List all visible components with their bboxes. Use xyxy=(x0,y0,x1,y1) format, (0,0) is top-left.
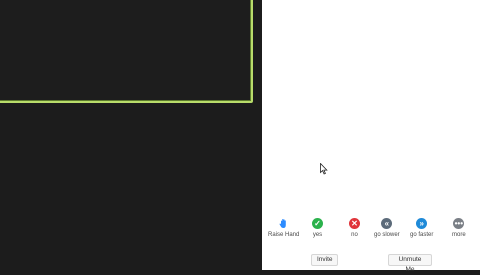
more-dots-icon: ••• xyxy=(453,218,465,229)
x-icon: ✕ xyxy=(349,218,360,229)
more-label: more xyxy=(452,232,466,238)
rewind-icon: « xyxy=(381,218,393,229)
more-button[interactable]: ••• more xyxy=(452,218,466,238)
nonverbal-feedback-bar: Raise Hand ✓ yes ✕ no « go slower » go f… xyxy=(262,218,480,244)
raise-hand-label: Raise Hand xyxy=(268,232,300,238)
fast-forward-icon: » xyxy=(416,218,428,229)
participants-footer: Invite Unmute Me xyxy=(262,254,480,273)
go-slower-label: go slower xyxy=(374,232,400,238)
go-faster-label: go faster xyxy=(410,232,434,238)
checkmark-icon: ✓ xyxy=(312,218,323,229)
participants-panel: Raise Hand ✓ yes ✕ no « go slower » go f… xyxy=(262,0,480,273)
invite-button[interactable]: Invite xyxy=(311,254,338,266)
mouse-cursor-icon xyxy=(320,163,328,175)
no-label: no xyxy=(351,232,358,238)
raise-hand-button[interactable]: Raise Hand xyxy=(268,218,299,238)
go-faster-button[interactable]: » go faster xyxy=(410,218,433,238)
unmute-me-button[interactable]: Unmute Me xyxy=(388,254,432,273)
no-button[interactable]: ✕ no xyxy=(349,218,360,238)
active-speaker-tile[interactable] xyxy=(0,0,253,103)
raise-hand-icon xyxy=(279,219,286,228)
go-slower-button[interactable]: « go slower xyxy=(374,218,400,238)
yes-button[interactable]: ✓ yes xyxy=(312,218,323,238)
video-area xyxy=(0,0,262,270)
yes-label: yes xyxy=(312,232,323,238)
